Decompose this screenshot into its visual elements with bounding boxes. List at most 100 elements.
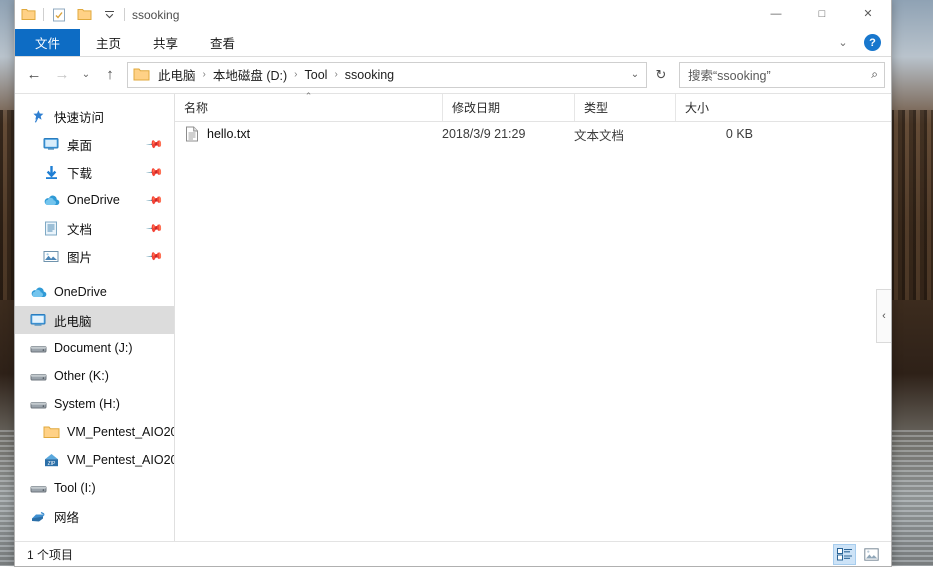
onedrive-icon (29, 283, 47, 301)
column-header-type[interactable]: 类型 (574, 94, 675, 121)
breadcrumb-separator-1[interactable]: › (200, 69, 209, 80)
sidebar-label-desktop: 桌面 (67, 135, 92, 154)
sidebar-item-system-h[interactable]: System (H:) (15, 390, 174, 418)
details-view-button[interactable] (833, 544, 856, 565)
chevron-down-icon[interactable] (99, 5, 119, 25)
breadcrumb-item-local-disk-d[interactable]: 本地磁盘 (D:) (209, 63, 291, 86)
large-icons-view-button[interactable] (860, 544, 883, 565)
column-header-date-label: 修改日期 (452, 99, 500, 116)
breadcrumb-item-this-pc[interactable]: 此电脑 (154, 63, 200, 86)
qat-separator-2 (124, 8, 125, 21)
this-pc-icon (29, 311, 47, 329)
expand-ribbon-icon[interactable]: ⌄ (832, 36, 854, 49)
tab-file[interactable]: 文件 (15, 29, 80, 56)
tab-home[interactable]: 主页 (80, 29, 137, 56)
search-icon[interactable]: ⌕ (871, 67, 880, 82)
search-input[interactable]: 搜索“ssooking” ⌕ (679, 62, 885, 88)
navigation-pane: 快速访问 桌面 📌 下载 📌 OneDrive (15, 94, 175, 541)
refresh-button[interactable]: ↻ (649, 62, 673, 88)
breadcrumb-separator-2[interactable]: › (291, 69, 300, 80)
recent-locations-button[interactable]: ⌄ (77, 63, 95, 87)
breadcrumb[interactable]: 此电脑 › 本地磁盘 (D:) › Tool › ssooking ⌄ (127, 62, 647, 88)
sidebar-label-quick-access: 快速访问 (54, 107, 104, 126)
sidebar-label-this-pc: 此电脑 (54, 311, 92, 330)
star-pin-icon (29, 107, 47, 125)
folder-icon[interactable] (18, 5, 38, 25)
file-size-cell: 0 KB (675, 122, 767, 146)
drive-icon (29, 395, 47, 413)
preview-pane-toggle[interactable]: ‹ (876, 289, 891, 343)
tab-view[interactable]: 查看 (194, 29, 251, 56)
sidebar-label-onedrive: OneDrive (54, 285, 107, 299)
pin-icon[interactable]: 📌 (146, 191, 165, 210)
file-explorer-window: ssooking — □ ✕ 文件 主页 共享 查看 ⌄ ? ← → ⌄ ↑ (14, 0, 892, 567)
drive-icon (29, 339, 47, 357)
quick-access-toolbar (15, 0, 125, 29)
maximize-button[interactable]: □ (799, 0, 845, 29)
column-header-size-label: 大小 (685, 99, 709, 116)
sidebar-item-downloads[interactable]: 下载 📌 (15, 158, 174, 186)
status-bar: 1 个项目 (15, 541, 891, 566)
sidebar-item-vm-pentest-folder[interactable]: VM_Pentest_AIO20 (15, 418, 174, 446)
sidebar-item-quick-access[interactable]: 快速访问 (15, 102, 174, 130)
forward-button[interactable]: → (49, 63, 75, 87)
sidebar-item-other-k[interactable]: Other (K:) (15, 362, 174, 390)
table-row[interactable]: hello.txt 2018/3/9 21:29 文本文档 0 KB (175, 122, 891, 146)
sidebar-label-vm-pentest-zip: VM_Pentest_AIO20 (67, 453, 174, 467)
folder-icon (42, 423, 60, 441)
column-header-type-label: 类型 (584, 99, 608, 116)
sidebar-item-onedrive[interactable]: OneDrive (15, 278, 174, 306)
sidebar-item-vm-pentest-zip[interactable]: ZIP VM_Pentest_AIO20 (15, 446, 174, 474)
sidebar-label-onedrive-quick: OneDrive (67, 193, 120, 207)
file-type-cell: 文本文档 (574, 122, 675, 146)
sidebar-item-tool-i[interactable]: Tool (I:) (15, 474, 174, 502)
pin-icon[interactable]: 📌 (146, 219, 165, 238)
sidebar-item-desktop[interactable]: 桌面 📌 (15, 130, 174, 158)
properties-icon[interactable] (49, 5, 69, 25)
column-header-row: ⌃ 名称 修改日期 类型 大小 (175, 94, 891, 122)
breadcrumb-item-tool[interactable]: Tool (301, 66, 332, 84)
sidebar-item-pictures[interactable]: 图片 📌 (15, 242, 174, 270)
network-icon (29, 507, 47, 525)
sidebar-item-documents[interactable]: 文档 📌 (15, 214, 174, 242)
column-header-size[interactable]: 大小 (675, 94, 767, 121)
documents-icon (42, 219, 60, 237)
tab-share[interactable]: 共享 (137, 29, 194, 56)
minimize-button[interactable]: — (753, 0, 799, 29)
pin-icon[interactable]: 📌 (146, 135, 165, 154)
pin-icon[interactable]: 📌 (146, 247, 165, 266)
file-date-cell: 2018/3/9 21:29 (442, 122, 574, 146)
sidebar-label-network: 网络 (54, 507, 79, 526)
file-name-label: hello.txt (207, 127, 250, 141)
maximize-icon: □ (819, 9, 826, 20)
breadcrumb-dropdown-icon[interactable]: ⌄ (626, 69, 644, 80)
search-placeholder: 搜索“ssooking” (688, 65, 871, 84)
back-button[interactable]: ← (21, 63, 47, 87)
sidebar-item-document-j[interactable]: Document (J:) (15, 334, 174, 362)
up-button[interactable]: ↑ (97, 63, 123, 87)
column-header-name[interactable]: ⌃ 名称 (175, 94, 442, 121)
new-folder-icon[interactable] (74, 5, 94, 25)
svg-text:ZIP: ZIP (47, 460, 55, 466)
breadcrumb-folder-icon (133, 67, 150, 82)
pictures-icon (42, 247, 60, 265)
large-icons-view-icon (864, 548, 879, 561)
help-icon[interactable]: ? (864, 34, 881, 51)
pin-icon[interactable]: 📌 (146, 163, 165, 182)
desktop-icon (42, 135, 60, 153)
breadcrumb-separator-3[interactable]: › (331, 69, 340, 80)
qat-separator-1 (43, 8, 44, 21)
chevron-left-icon: ‹ (882, 310, 886, 322)
sidebar-item-onedrive-quick[interactable]: OneDrive 📌 (15, 186, 174, 214)
column-header-date-modified[interactable]: 修改日期 (442, 94, 574, 121)
sidebar-item-network[interactable]: 网络 (15, 502, 174, 530)
ribbon-tab-bar: 文件 主页 共享 查看 ⌄ ? (15, 29, 891, 57)
sidebar-item-this-pc[interactable]: 此电脑 (15, 306, 174, 334)
breadcrumb-item-ssooking[interactable]: ssooking (341, 66, 398, 84)
sidebar-label-vm-pentest-folder: VM_Pentest_AIO20 (67, 425, 174, 439)
file-list: hello.txt 2018/3/9 21:29 文本文档 0 KB (175, 122, 891, 541)
view-mode-buttons (833, 542, 883, 566)
file-name-cell: hello.txt (175, 122, 442, 146)
close-button[interactable]: ✕ (845, 0, 891, 29)
address-bar: ← → ⌄ ↑ 此电脑 › 本地磁盘 (D:) › Tool › ssookin… (15, 57, 891, 93)
